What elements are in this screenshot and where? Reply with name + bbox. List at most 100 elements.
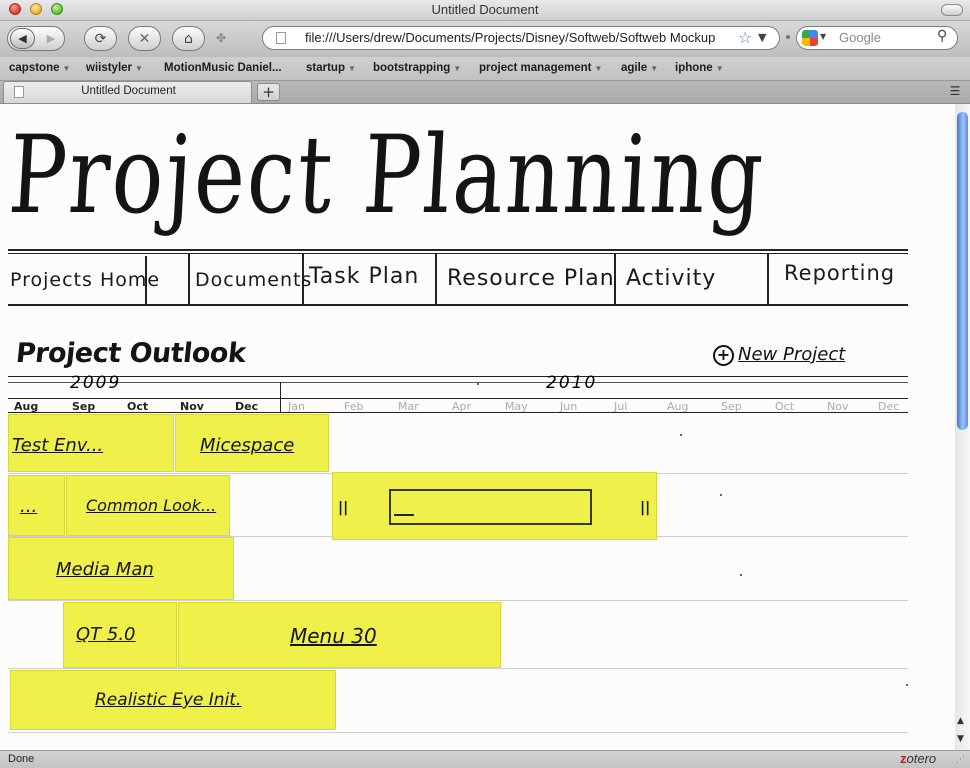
bookmark-star-icon[interactable]: ☆ — [738, 28, 752, 47]
nav-resource-plan[interactable]: Resource Plan — [447, 266, 615, 291]
nav-divider — [767, 254, 769, 304]
month-label: Nov — [180, 400, 204, 413]
bookmark-folder[interactable]: bootstrapping ▼ — [373, 62, 461, 74]
forward-button[interactable]: ▶ — [41, 28, 61, 49]
section-title: Project Outlook — [14, 338, 248, 369]
resize-grip-icon[interactable]: ⋰ — [956, 755, 965, 765]
nav-bottom-line — [8, 304, 908, 306]
chevron-down-icon: ▼ — [135, 64, 143, 73]
project-ellipsis[interactable]: ... — [20, 496, 37, 517]
chevron-down-icon: ▼ — [715, 64, 724, 73]
bookmark-folder[interactable]: startup ▼ — [306, 62, 356, 74]
month-label: Oct — [127, 400, 149, 413]
back-arrow-icon: ◀ — [18, 32, 27, 45]
bookmark-folder[interactable]: iphone ▼ — [675, 62, 724, 74]
bookmarks-bar: capstone ▼ wiistyler ▼ MotionMusic Daniel.… — [0, 57, 970, 81]
addon-icon[interactable]: ✤ — [216, 31, 230, 45]
vertical-scrollbar[interactable]: ▲ ▼ — [955, 104, 970, 750]
nav-documents[interactable]: Documents — [195, 269, 312, 291]
speck — [740, 574, 742, 576]
google-icon[interactable] — [802, 30, 818, 46]
stop-button[interactable]: ✕ — [128, 26, 161, 51]
month-label: Dec — [235, 400, 259, 413]
navigation-toolbar: ◀ ▶ ⟳ ✕ ⌂ ✤ file:///Users/drew/Documents… — [0, 21, 970, 57]
speck — [906, 684, 908, 686]
project-realistic-eye-init[interactable]: Realistic Eye Init. — [95, 690, 241, 710]
separator-dot — [786, 35, 790, 39]
bookmark-link[interactable]: MotionMusic Daniel... — [164, 62, 282, 74]
speck — [680, 434, 682, 436]
row-line — [8, 600, 908, 601]
reload-icon: ⟳ — [94, 30, 107, 47]
nav-projects-home[interactable]: Projects Home — [10, 269, 160, 291]
slider-handle-right[interactable]: || — [640, 500, 650, 516]
title-bar: Untitled Document — [0, 0, 970, 21]
nav-divider — [435, 254, 437, 304]
zotero-button[interactable]: zotero — [900, 751, 936, 766]
scroll-down-icon[interactable]: ▼ — [957, 734, 964, 744]
status-text: Done — [8, 753, 35, 765]
year-divider — [280, 382, 281, 412]
nav-activity[interactable]: Activity — [626, 266, 716, 291]
bookmark-folder[interactable]: wiistyler ▼ — [86, 62, 143, 74]
chevron-down-icon: ▼ — [453, 64, 462, 73]
search-engine-dropdown-icon[interactable]: ▼ — [820, 32, 826, 41]
url-text[interactable]: file:///Users/drew/Documents/Projects/Di… — [305, 30, 715, 45]
nav-top-line — [8, 253, 908, 254]
speck — [720, 494, 722, 496]
project-media-man[interactable]: Media Man — [56, 559, 154, 580]
month-label: Jun — [560, 400, 578, 413]
tab-label: Untitled Document — [81, 85, 176, 97]
search-icon[interactable]: ⚲ — [937, 28, 947, 44]
url-dropdown-icon[interactable]: ▼ — [758, 31, 766, 44]
chevron-down-icon: ▼ — [650, 64, 659, 73]
month-label: Nov — [827, 400, 849, 413]
plus-circle-icon: + — [713, 345, 734, 366]
url-bar[interactable]: file:///Users/drew/Documents/Projects/Di… — [262, 26, 780, 50]
home-button[interactable]: ⌂ — [172, 26, 205, 51]
tab-untitled-document[interactable]: Untitled Document — [3, 81, 252, 103]
row-line — [8, 732, 908, 733]
stop-icon: ✕ — [138, 30, 151, 47]
page-title: Project Planning — [5, 113, 769, 239]
search-input[interactable]: Google — [839, 30, 881, 45]
toolbar-toggle-button[interactable] — [941, 4, 963, 16]
slider-position-mark — [394, 514, 414, 516]
month-label: Oct — [775, 400, 795, 413]
month-label: Dec — [878, 400, 900, 413]
year-label: 2009 — [70, 373, 122, 393]
nav-task-plan[interactable]: Task Plan — [309, 264, 419, 289]
bookmark-folder[interactable]: project management ▼ — [479, 62, 602, 74]
page-viewport: Project Planning Projects Home Documents… — [0, 104, 955, 750]
month-label: Jul — [614, 400, 628, 413]
project-test-env[interactable]: Test Env... — [12, 435, 103, 456]
scrollbar-thumb[interactable] — [957, 112, 968, 430]
new-tab-button[interactable]: + — [257, 83, 280, 101]
project-common-look[interactable]: Common Look... — [86, 496, 216, 515]
project-micespace[interactable]: Micespace — [200, 435, 294, 456]
slider-track[interactable] — [389, 489, 592, 525]
back-button[interactable]: ◀ — [10, 28, 35, 49]
month-label: Sep — [72, 400, 96, 413]
search-bar[interactable]: ▼ Google ⚲ — [796, 26, 958, 50]
page-icon — [276, 32, 286, 44]
forward-arrow-icon: ▶ — [46, 32, 56, 45]
slider-handle-left[interactable]: || — [338, 500, 348, 516]
year-label: 2010 — [546, 373, 598, 393]
timeline-line — [8, 398, 908, 399]
month-label: Jan — [288, 400, 305, 413]
row-line — [8, 668, 908, 669]
bookmark-folder[interactable]: capstone ▼ — [9, 62, 70, 74]
nav-reporting[interactable]: Reporting — [784, 261, 895, 285]
month-label: May — [505, 400, 528, 413]
new-project-link[interactable]: + New Project — [713, 344, 845, 366]
timeline-top-line — [8, 376, 908, 377]
scroll-up-icon[interactable]: ▲ — [957, 716, 964, 726]
tab-list-icon[interactable]: ☰ — [946, 84, 964, 100]
bookmark-folder[interactable]: agile ▼ — [621, 62, 658, 74]
project-menu-30[interactable]: Menu 30 — [290, 624, 377, 648]
tab-strip: Untitled Document + ☰ — [0, 81, 970, 104]
project-qt-5[interactable]: QT 5.0 — [76, 624, 136, 645]
reload-button[interactable]: ⟳ — [84, 26, 117, 51]
status-bar: Done zotero ⋰ — [0, 750, 970, 768]
